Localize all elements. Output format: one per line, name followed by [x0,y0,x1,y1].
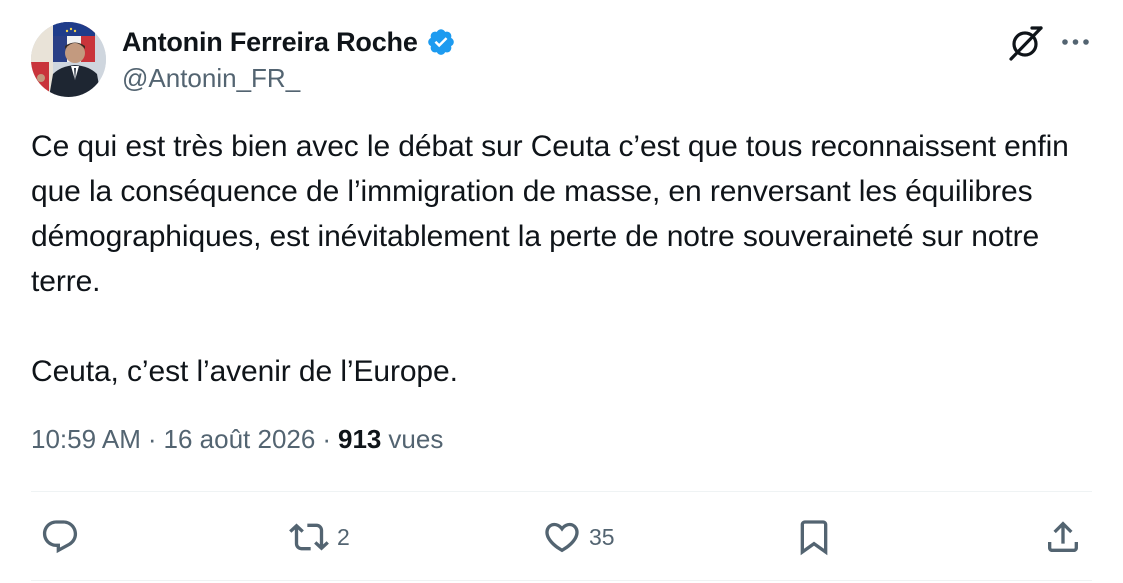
like-button[interactable]: 35 [541,515,615,559]
retweet-button[interactable]: 2 [287,515,350,559]
reply-icon [42,520,78,554]
tweet-text: Ce qui est très bien avec le débat sur C… [31,124,1101,394]
retweet-icon [289,523,329,551]
retweet-count: 2 [337,523,350,550]
tweet-meta: 10:59 AM · 16 août 2026 · 913 vues [31,424,443,455]
share-icon [1048,521,1078,552]
share-button[interactable] [1043,515,1089,559]
grok-icon[interactable] [1007,24,1045,62]
more-options-icon[interactable] [1060,32,1092,52]
avatar[interactable] [31,22,106,97]
meta-separator: · [322,424,332,454]
divider [31,491,1092,492]
author-display-name[interactable]: Antonin Ferreira Roche [122,27,418,58]
tweet-date[interactable]: 16 août 2026 [164,424,316,455]
divider [31,580,1092,581]
tweet-paragraph: Ceuta, c’est l’avenir de l’Europe. [31,355,458,388]
views-label: vues [388,424,444,454]
tweet-card: Antonin Ferreira Roche @Antonin_FR_ Ce q… [0,0,1123,583]
tweet-paragraph: Ce qui est très bien avec le débat sur C… [31,130,1069,298]
profile-photo-icon [31,22,106,97]
heart-icon [545,522,579,553]
like-count: 35 [589,523,615,550]
views-count: 913 [338,424,382,454]
verified-badge-icon[interactable] [426,27,456,57]
meta-separator: · [147,424,157,454]
bookmark-button[interactable] [794,515,840,559]
bookmark-icon [800,520,828,556]
author-handle[interactable]: @Antonin_FR_ [122,63,300,94]
reply-button[interactable] [40,515,86,559]
tweet-time[interactable]: 10:59 AM [31,424,141,455]
author-name-row: Antonin Ferreira Roche [122,25,456,59]
